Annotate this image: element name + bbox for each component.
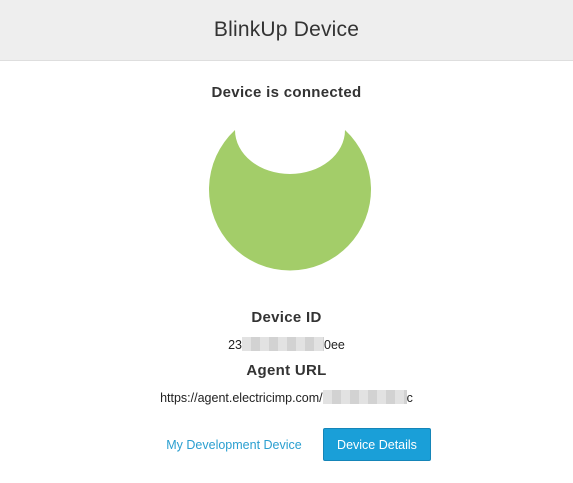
device-id-prefix: 23 [228,338,243,352]
my-development-device-link[interactable]: My Development Device [160,435,308,455]
connection-status: Device is connected [211,84,362,101]
device-id-suffix: 0ee [324,338,345,352]
device-details-button[interactable]: Device Details [323,428,431,461]
agent-url-label: Agent URL [246,362,327,379]
agent-url-suffix: c [406,391,413,405]
device-id-value: 23 0ee [0,337,573,352]
device-details-button-label: Device Details [337,437,417,452]
agent-url-prefix: https://agent.electricimp.com/ [160,391,323,405]
device-status-icon [209,130,371,271]
app-header: BlinkUp Device [0,0,573,61]
page-title: BlinkUp Device [213,18,360,41]
agent-url-value: https://agent.electricimp.com/c [0,390,573,405]
redacted-block [322,390,407,404]
redacted-block [242,337,325,351]
device-id-label: Device ID [251,309,322,326]
device-shape [209,130,371,271]
